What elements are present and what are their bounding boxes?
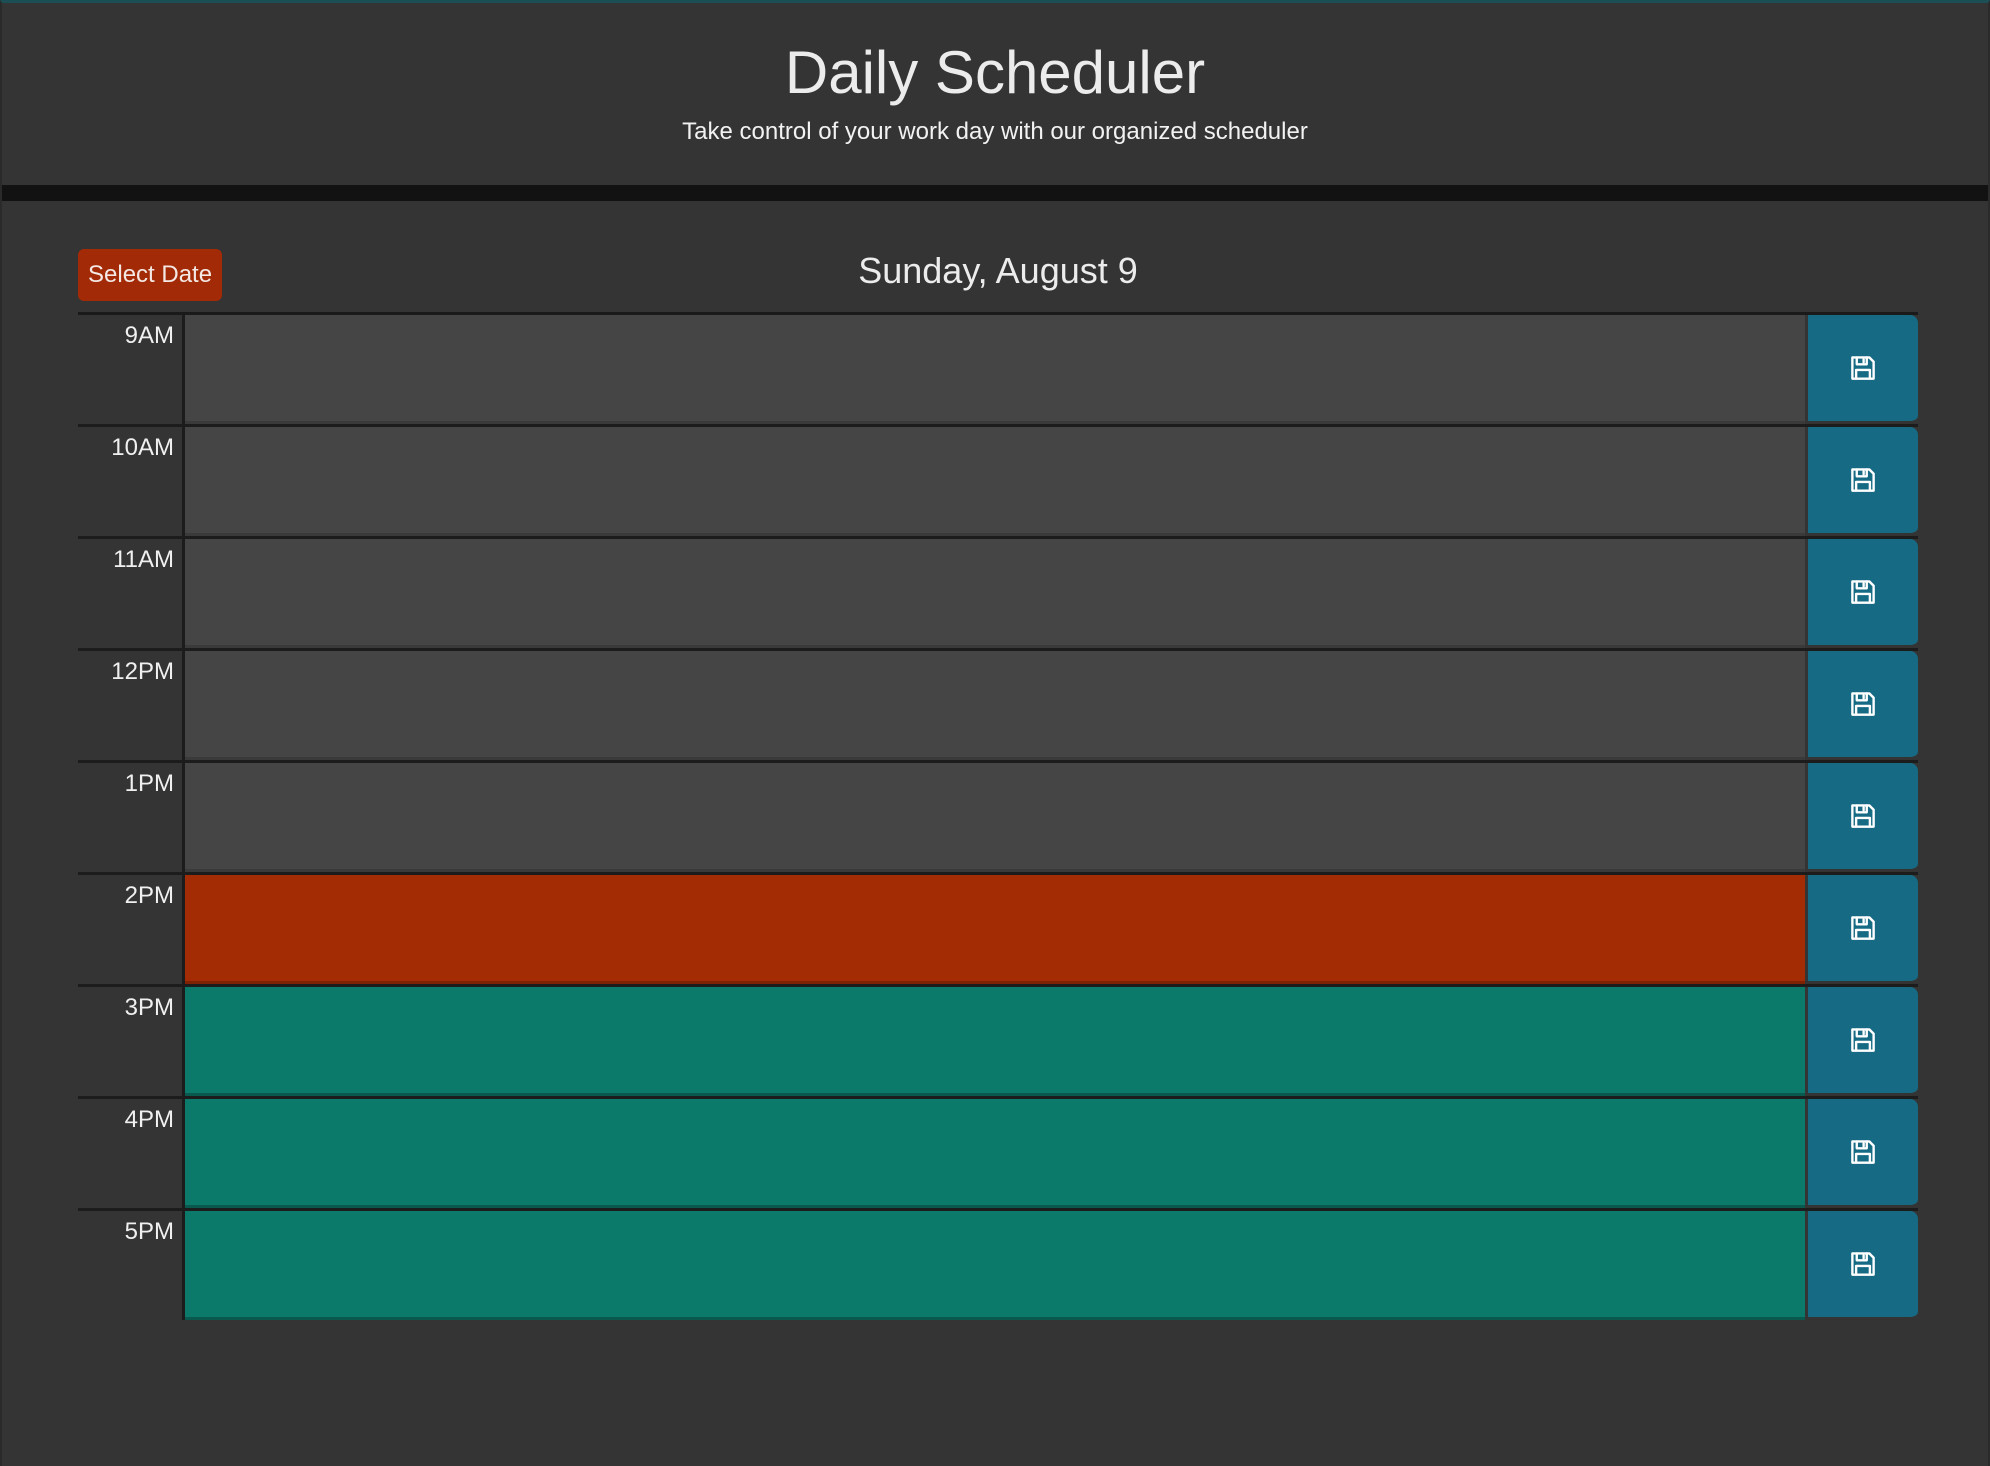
save-icon	[1848, 577, 1878, 607]
header: Daily Scheduler Take control of your wor…	[2, 3, 1988, 201]
time-block-5pm: 5PM	[78, 1208, 1918, 1320]
event-description-input-2pm[interactable]	[185, 875, 1805, 984]
time-block-1pm: 1PM	[78, 760, 1918, 872]
save-icon	[1848, 1137, 1878, 1167]
save-icon	[1848, 353, 1878, 383]
save-button-11am[interactable]	[1808, 539, 1918, 648]
scheduler-page: Daily Scheduler Take control of your wor…	[0, 0, 1990, 1466]
scheduler-container: Select Date Sunday, August 9 9AM 10AM 11…	[78, 204, 1918, 1320]
event-description-input-3pm[interactable]	[185, 987, 1805, 1096]
time-block-10am: 10AM	[78, 424, 1918, 536]
hour-label: 9AM	[78, 315, 185, 424]
current-date: Sunday, August 9	[858, 250, 1138, 291]
page-subtitle: Take control of your work day with our o…	[682, 118, 1308, 145]
save-button-4pm[interactable]	[1808, 1099, 1918, 1208]
time-block-9am: 9AM	[78, 312, 1918, 424]
hour-label: 11AM	[78, 539, 185, 648]
time-block-12pm: 12PM	[78, 648, 1918, 760]
save-icon	[1848, 1249, 1878, 1279]
time-block-list: 9AM 10AM 11AM 12PM 1PM 2PM 3PM 4PM 5PM	[78, 312, 1918, 1320]
date-toolbar: Select Date Sunday, August 9	[78, 204, 1918, 314]
save-icon	[1848, 1025, 1878, 1055]
hour-label: 1PM	[78, 763, 185, 872]
hour-label: 4PM	[78, 1099, 185, 1208]
save-icon	[1848, 689, 1878, 719]
save-button-9am[interactable]	[1808, 315, 1918, 424]
event-description-input-9am[interactable]	[185, 315, 1805, 424]
save-icon	[1848, 465, 1878, 495]
save-button-1pm[interactable]	[1808, 763, 1918, 872]
time-block-3pm: 3PM	[78, 984, 1918, 1096]
event-description-input-12pm[interactable]	[185, 651, 1805, 760]
event-description-input-5pm[interactable]	[185, 1211, 1805, 1320]
save-button-3pm[interactable]	[1808, 987, 1918, 1096]
hour-label: 2PM	[78, 875, 185, 984]
event-description-input-4pm[interactable]	[185, 1099, 1805, 1208]
event-description-input-11am[interactable]	[185, 539, 1805, 648]
save-icon	[1848, 913, 1878, 943]
event-description-input-10am[interactable]	[185, 427, 1805, 536]
hour-label: 12PM	[78, 651, 185, 760]
time-block-2pm: 2PM	[78, 872, 1918, 984]
save-button-5pm[interactable]	[1808, 1211, 1918, 1320]
time-block-11am: 11AM	[78, 536, 1918, 648]
time-block-4pm: 4PM	[78, 1096, 1918, 1208]
event-description-input-1pm[interactable]	[185, 763, 1805, 872]
page-title: Daily Scheduler	[784, 39, 1206, 106]
hour-label: 5PM	[78, 1211, 185, 1320]
save-icon	[1848, 801, 1878, 831]
hour-label: 10AM	[78, 427, 185, 536]
hour-label: 3PM	[78, 987, 185, 1096]
save-button-2pm[interactable]	[1808, 875, 1918, 984]
save-button-10am[interactable]	[1808, 427, 1918, 536]
save-button-12pm[interactable]	[1808, 651, 1918, 760]
